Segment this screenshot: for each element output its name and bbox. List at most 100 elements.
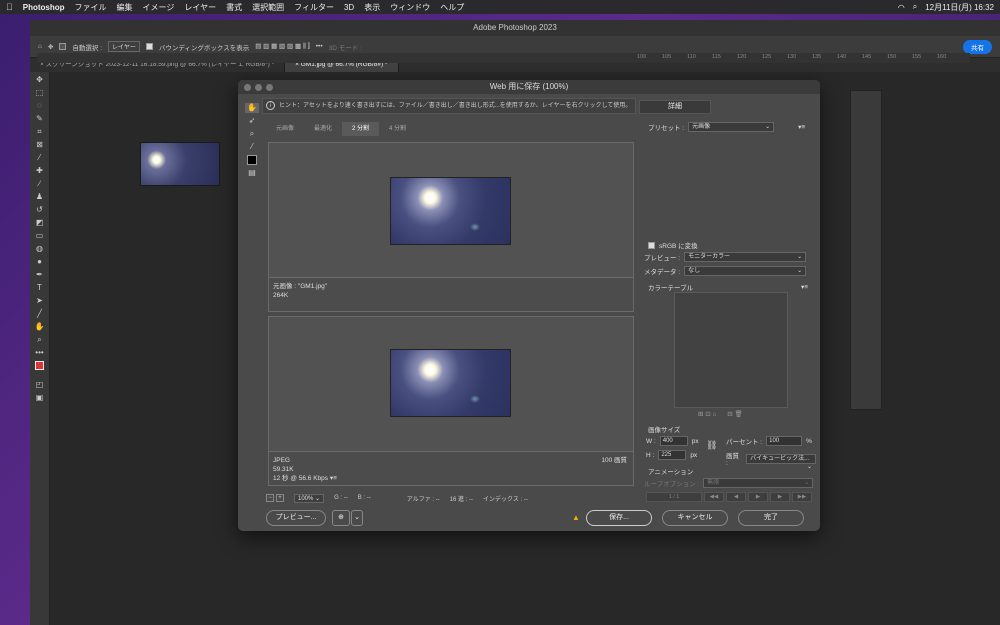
menu-file[interactable]: ファイル xyxy=(75,2,107,13)
menu-edit[interactable]: 編集 xyxy=(117,2,133,13)
menu-filter[interactable]: フィルター xyxy=(294,2,334,13)
more-icon[interactable]: ••• xyxy=(316,43,323,50)
gradient-icon[interactable]: ▭ xyxy=(33,231,47,241)
settings-panel: プリセット : 元画像 ⌄ ▾≡ sRGB に変換 プレビュー : モニターカラー… xyxy=(640,120,816,502)
next-frame-button[interactable]: ▶ xyxy=(770,492,790,502)
width-input[interactable]: 400 xyxy=(659,436,688,446)
zoom-select[interactable]: 100% ⌄ xyxy=(294,493,325,503)
more-tools-icon[interactable]: ••• xyxy=(33,348,47,358)
ruler-tick: 145 xyxy=(862,54,872,60)
close-dot[interactable] xyxy=(244,84,251,91)
preset-select[interactable]: 元画像 ⌄ xyxy=(688,122,775,132)
eyedropper-icon[interactable]: ⁄ xyxy=(245,142,259,152)
apple-icon[interactable]:  xyxy=(6,2,13,12)
crop-icon[interactable]: ⌗ xyxy=(33,127,47,137)
zoom-icon[interactable]: ⌕ xyxy=(33,335,47,345)
percent-input[interactable]: 100 xyxy=(766,436,803,446)
wifi-icon[interactable]: ◠ xyxy=(898,3,905,12)
preset-menu-icon[interactable]: ▾≡ xyxy=(798,123,805,131)
preview-button[interactable]: プレビュー... xyxy=(266,510,326,526)
eyedropper-icon[interactable]: ⁄ xyxy=(33,153,47,163)
quick-select-icon[interactable]: ✎ xyxy=(33,114,47,124)
done-button[interactable]: 完了 xyxy=(738,510,804,526)
brush-icon[interactable]: ∕ xyxy=(33,179,47,189)
height-input[interactable]: 225 xyxy=(658,450,687,460)
hand-icon[interactable]: ✋ xyxy=(245,103,259,113)
optimized-pane[interactable]: JPEG 59.31K 12 秒 @ 56.6 Kbps ▾≡ 100 画質 xyxy=(268,316,634,486)
move-icon[interactable]: ✥ xyxy=(33,75,47,85)
quality-text: 100 画質 xyxy=(601,457,627,464)
original-pane[interactable]: 元画像 : "GM1.jpg" 264K xyxy=(268,142,634,312)
pen-icon[interactable]: ✒ xyxy=(33,270,47,280)
browser-icon[interactable]: ⊕ xyxy=(332,510,350,526)
color-table-menu-icon[interactable]: ▾≡ xyxy=(801,283,808,291)
tab-original[interactable]: 元画像 xyxy=(266,122,304,136)
animation-controls: 1 / 1 ◀◀ ◀ ▶ ▶ ▶▶ xyxy=(646,492,812,502)
toggle-slices-icon[interactable]: ▤ xyxy=(245,168,259,178)
menu-window[interactable]: ウィンドウ xyxy=(390,2,430,13)
readout-index: インデックス : -- xyxy=(483,496,528,503)
link-icon[interactable]: ⛓ xyxy=(706,440,717,451)
prev-frame-button[interactable]: ◀ xyxy=(726,492,746,502)
blur-icon[interactable]: ◍ xyxy=(33,244,47,254)
menu-layer[interactable]: レイヤー xyxy=(184,2,216,13)
first-frame-button[interactable]: ◀◀ xyxy=(704,492,724,502)
play-button[interactable]: ▶ xyxy=(748,492,768,502)
menu-view[interactable]: 表示 xyxy=(364,2,380,13)
line-icon[interactable]: ╱ xyxy=(33,309,47,319)
zoom-icon[interactable]: ⌕ xyxy=(245,129,259,139)
zoom-in-button[interactable]: + xyxy=(276,494,284,502)
slice-select-icon[interactable]: ➶ xyxy=(245,116,259,126)
srgb-checkbox[interactable] xyxy=(648,241,655,249)
minimize-dot[interactable] xyxy=(255,84,262,91)
lasso-icon[interactable]: ◌ xyxy=(33,101,47,111)
loop-select[interactable]: 無限 ⌄ xyxy=(703,478,814,488)
save-button[interactable]: 保存... xyxy=(586,510,652,526)
stamp-icon[interactable]: ♟ xyxy=(33,192,47,202)
menu-help[interactable]: ヘルプ xyxy=(440,2,464,13)
menu-type[interactable]: 書式 xyxy=(226,2,242,13)
tab-4up[interactable]: 4 分割 xyxy=(379,122,416,136)
color-swatch-icon[interactable] xyxy=(245,155,259,165)
last-frame-button[interactable]: ▶▶ xyxy=(792,492,812,502)
app-menu[interactable]: Photoshop xyxy=(23,3,65,12)
type-icon[interactable]: T xyxy=(33,283,47,293)
path-select-icon[interactable]: ➤ xyxy=(33,296,47,306)
pane-menu-icon[interactable]: ▾≡ xyxy=(330,475,337,482)
align-icons[interactable]: ▤ ▥ ▦ ▧ ▨ ▩ ⫼ ⫿ xyxy=(255,42,310,51)
move-tool-icon[interactable]: ✥ xyxy=(48,43,53,51)
search-icon[interactable]: ⌕ xyxy=(913,2,917,12)
dodge-icon[interactable]: ● xyxy=(33,257,47,267)
detail-button[interactable]: 詳細 xyxy=(639,100,711,114)
color-swatch-icon[interactable] xyxy=(33,361,47,377)
auto-select-checkbox[interactable] xyxy=(59,43,67,50)
clock-text[interactable]: 12月11日(月) 16:32 xyxy=(925,2,994,13)
hand-icon[interactable]: ✋ xyxy=(33,322,47,332)
menu-image[interactable]: イメージ xyxy=(143,2,175,13)
tab-2up[interactable]: 2 分割 xyxy=(342,122,380,136)
browser-select-icon[interactable]: ⌄ xyxy=(351,510,363,526)
share-button[interactable]: 共有 xyxy=(963,39,992,54)
screen-mode-icon[interactable]: ▣ xyxy=(33,393,47,403)
color-table-icons[interactable]: ⊞ ⊡ ⌂ ⊟ 🗑 xyxy=(698,410,743,418)
bbox-checkbox[interactable] xyxy=(145,43,153,50)
history-brush-icon[interactable]: ↺ xyxy=(33,205,47,215)
home-icon[interactable]: ⌂ xyxy=(38,43,42,50)
menu-select[interactable]: 選択範囲 xyxy=(252,2,284,13)
metadata-select[interactable]: なし ⌄ xyxy=(684,266,807,276)
tab-optimized[interactable]: 最適化 xyxy=(304,122,342,136)
preview-select[interactable]: モニターカラー ⌄ xyxy=(684,252,807,262)
cancel-button[interactable]: キャンセル xyxy=(662,510,728,526)
frame-icon[interactable]: ⊠ xyxy=(33,140,47,150)
marquee-icon[interactable]: ⬚ xyxy=(33,88,47,98)
image-size-label: 画像サイズ xyxy=(648,427,681,434)
menu-3d[interactable]: 3D xyxy=(344,3,354,12)
quality-select[interactable]: バイキュービック法... ⌄ xyxy=(746,453,816,470)
healing-icon[interactable]: ✚ xyxy=(33,166,47,176)
zoom-out-button[interactable]: − xyxy=(266,494,274,502)
zoom-dot[interactable] xyxy=(266,84,273,91)
eraser-icon[interactable]: ◩ xyxy=(33,218,47,228)
color-table[interactable] xyxy=(674,292,788,408)
quick-mask-icon[interactable]: ◰ xyxy=(33,380,47,390)
layer-select[interactable]: レイヤー xyxy=(108,41,140,52)
